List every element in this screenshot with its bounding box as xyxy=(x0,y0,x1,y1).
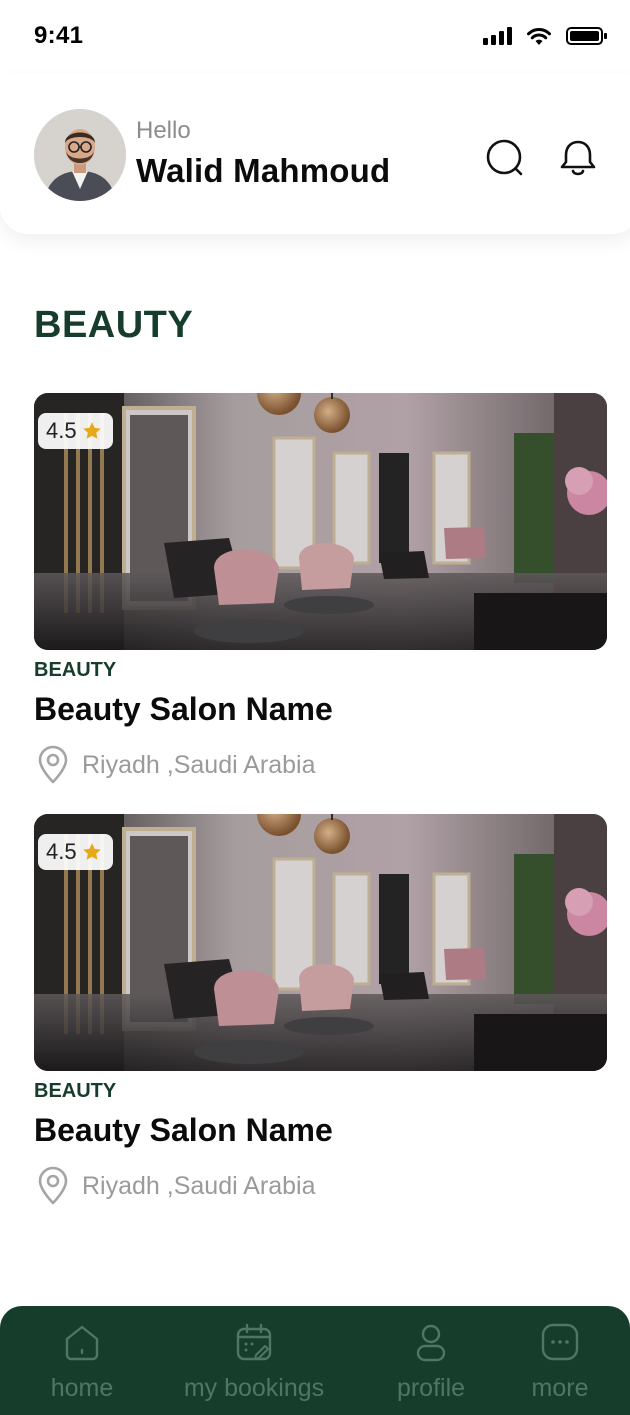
card-location: Riyadh ,Saudi Arabia xyxy=(34,745,315,785)
location-text: Riyadh ,Saudi Arabia xyxy=(82,750,316,779)
home-icon xyxy=(65,1325,99,1361)
card-category: BEAUTY xyxy=(34,659,117,681)
location-pin-icon xyxy=(38,745,68,784)
nav-item-my-bookings[interactable]: my bookings xyxy=(174,1306,334,1415)
header: Hello Walid Mahmoud xyxy=(0,74,630,234)
rating-value: 4.5 xyxy=(46,839,77,864)
status-bar: 9:41 xyxy=(0,0,630,74)
search-icon[interactable] xyxy=(483,136,527,180)
more-icon xyxy=(541,1323,579,1361)
salon-card[interactable]: 4.5 BEAUTY Beauty Salon Name Riyadh ,Sau… xyxy=(34,814,607,1205)
rating-badge: 4.5 xyxy=(38,834,113,870)
signal-icon xyxy=(483,27,512,45)
rating-badge: 4.5 xyxy=(38,413,113,449)
location-pin-icon xyxy=(38,1166,68,1205)
nav-label: profile xyxy=(396,1374,466,1402)
user-name: Walid Mahmoud xyxy=(136,152,391,189)
battery-icon xyxy=(566,26,608,46)
bottom-nav: home my bookings profile more xyxy=(0,1306,630,1415)
card-category: BEAUTY xyxy=(34,1080,117,1102)
card-title[interactable]: Beauty Salon Name xyxy=(34,691,333,728)
avatar[interactable] xyxy=(34,109,126,201)
salon-image[interactable]: 4.5 xyxy=(34,814,607,1071)
rating-value: 4.5 xyxy=(46,418,77,443)
nav-label: home xyxy=(50,1374,114,1402)
nav-label: more xyxy=(531,1374,589,1402)
star-icon xyxy=(82,843,101,860)
status-time: 9:41 xyxy=(34,22,84,49)
salon-image[interactable]: 4.5 xyxy=(34,393,607,650)
section-title: BEAUTY xyxy=(34,304,194,346)
nav-item-more[interactable]: more xyxy=(524,1306,596,1415)
bell-icon[interactable] xyxy=(556,136,600,180)
wifi-icon xyxy=(526,26,552,46)
nav-label: my bookings xyxy=(183,1374,325,1402)
status-icons xyxy=(483,24,608,48)
nav-item-home[interactable]: home xyxy=(46,1306,118,1415)
salon-card[interactable]: 4.5 BEAUTY Beauty Salon Name Riyadh ,Sau… xyxy=(34,393,607,784)
card-location: Riyadh ,Saudi Arabia xyxy=(34,1166,315,1206)
location-text: Riyadh ,Saudi Arabia xyxy=(82,1171,316,1200)
person-icon xyxy=(416,1324,446,1362)
nav-item-profile[interactable]: profile xyxy=(391,1306,471,1415)
greeting-text: Hello xyxy=(136,117,191,144)
card-title[interactable]: Beauty Salon Name xyxy=(34,1112,333,1149)
calendar-icon xyxy=(236,1323,272,1361)
star-icon xyxy=(82,422,101,439)
